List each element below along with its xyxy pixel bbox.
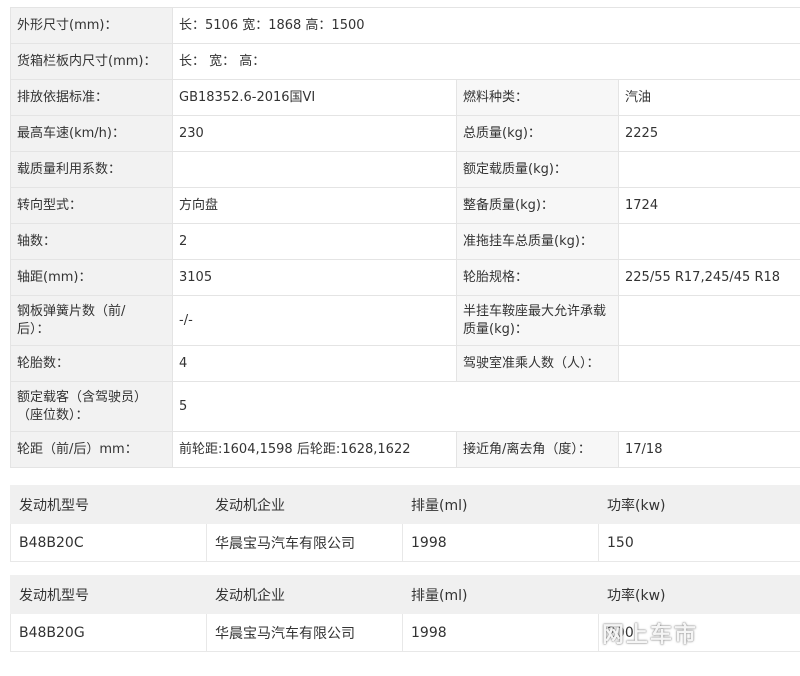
label-load-coefficient: 载质量利用系数：	[10, 151, 173, 188]
engine-model: B48B20C	[10, 523, 207, 562]
header-displacement: 排量(ml)	[402, 575, 599, 614]
value-track-width: 前轮距:1604,1598 后轮距:1628,1622	[172, 431, 457, 468]
label-saddle-load-line1: 半挂车鞍座最大允许承载	[463, 303, 607, 319]
spec-row-springs: 钢板弹簧片数（前/ 后）： -/- 半挂车鞍座最大允许承载 质量(kg)：	[10, 295, 800, 346]
label-max-speed: 最高车速(km/h)：	[10, 115, 173, 152]
value-cab-seats	[617, 345, 800, 382]
value-dimensions: 长：5106 宽：1868 高：1500	[171, 7, 800, 44]
spec-row-passengers: 额定载客（含驾驶员） （座位数）： 5	[10, 381, 800, 432]
spec-row-load: 载质量利用系数： 额定载质量(kg)：	[10, 151, 800, 188]
label-tire-count: 轮胎数：	[10, 345, 173, 382]
header-engine-model: 发动机型号	[10, 485, 207, 524]
label-passengers-line1: 额定载客（含驾驶员）	[17, 389, 148, 405]
label-rated-load: 额定载质量(kg)：	[456, 151, 619, 188]
spec-row-track: 轮距（前/后）mm： 前轮距:1604,1598 后轮距:1628,1622 接…	[10, 431, 800, 468]
label-tire-spec: 轮胎规格：	[456, 259, 619, 296]
spec-row-cargo-box: 货箱栏板内尺寸(mm)： 长： 宽： 高：	[10, 43, 800, 80]
header-engine-company: 发动机企业	[206, 485, 403, 524]
label-wheelbase: 轴距(mm)：	[10, 259, 173, 296]
engine-row: B48B20C 华晨宝马汽车有限公司 1998 150	[10, 523, 800, 562]
spec-row-emission: 排放依据标准： GB18352.6-2016国VI 燃料种类： 汽油	[10, 79, 800, 116]
label-passengers-line2: （座位数）：	[17, 407, 89, 423]
spec-row-steering: 转向型式： 方向盘 整备质量(kg)： 1724	[10, 187, 800, 224]
label-leaf-springs: 钢板弹簧片数（前/ 后）：	[10, 295, 173, 346]
label-fuel: 燃料种类：	[456, 79, 619, 116]
label-track-width: 轮距（前/后）mm：	[10, 431, 173, 468]
label-gross-mass: 总质量(kg)：	[456, 115, 619, 152]
engine-displacement: 1998	[402, 523, 599, 562]
engine-table-2: 发动机型号 发动机企业 排量(ml) 功率(kw) B48B20G 华晨宝马汽车…	[10, 575, 800, 652]
value-emission: GB18352.6-2016国VI	[172, 79, 457, 116]
label-cab-seats: 驾驶室准乘人数（人）：	[456, 345, 619, 382]
label-trailer-mass: 准拖挂车总质量(kg)：	[456, 223, 619, 260]
value-rated-load	[617, 151, 800, 188]
label-curb-mass: 整备质量(kg)：	[456, 187, 619, 224]
header-power: 功率(kw)	[598, 575, 800, 614]
label-steering: 转向型式：	[10, 187, 173, 224]
value-cargo-box: 长： 宽： 高：	[171, 43, 800, 80]
spec-row-speed: 最高车速(km/h)： 230 总质量(kg)： 2225	[10, 115, 800, 152]
label-saddle-load: 半挂车鞍座最大允许承载 质量(kg)：	[456, 295, 619, 346]
engine-table-1: 发动机型号 发动机企业 排量(ml) 功率(kw) B48B20C 华晨宝马汽车…	[10, 485, 800, 562]
value-max-speed: 230	[172, 115, 457, 152]
engine-row: B48B20G 华晨宝马汽车有限公司 1998 200	[10, 613, 800, 652]
header-engine-company: 发动机企业	[206, 575, 403, 614]
label-saddle-load-line2: 质量(kg)：	[463, 321, 528, 337]
value-leaf-springs: -/-	[172, 295, 457, 346]
value-curb-mass: 1724	[617, 187, 800, 224]
engine-table-header: 发动机型号 发动机企业 排量(ml) 功率(kw)	[10, 575, 800, 614]
spec-row-axles: 轴数： 2 准拖挂车总质量(kg)：	[10, 223, 800, 260]
engine-company: 华晨宝马汽车有限公司	[206, 613, 403, 652]
engine-power: 200	[598, 613, 800, 652]
header-displacement: 排量(ml)	[402, 485, 599, 524]
label-angles: 接近角/离去角（度）：	[456, 431, 619, 468]
value-angles: 17/18	[617, 431, 800, 468]
value-tire-spec: 225/55 R17,245/45 R18	[617, 259, 800, 296]
value-gross-mass: 2225	[617, 115, 800, 152]
label-emission: 排放依据标准：	[10, 79, 173, 116]
header-power: 功率(kw)	[598, 485, 800, 524]
spec-table: 外形尺寸(mm)： 长：5106 宽：1868 高：1500 货箱栏板内尺寸(m…	[10, 7, 800, 468]
label-dimensions: 外形尺寸(mm)：	[10, 7, 173, 44]
value-passengers: 5	[171, 381, 800, 432]
label-leaf-springs-line2: 后）：	[17, 321, 50, 337]
value-fuel: 汽油	[617, 79, 800, 116]
spec-row-dimensions: 外形尺寸(mm)： 长：5106 宽：1868 高：1500	[10, 7, 800, 44]
header-engine-model: 发动机型号	[10, 575, 207, 614]
value-steering: 方向盘	[172, 187, 457, 224]
value-load-coefficient	[172, 151, 457, 188]
engine-power: 150	[598, 523, 800, 562]
spec-row-wheelbase: 轴距(mm)： 3105 轮胎规格： 225/55 R17,245/45 R18	[10, 259, 800, 296]
label-leaf-springs-line1: 钢板弹簧片数（前/	[17, 303, 126, 319]
label-passengers: 额定载客（含驾驶员） （座位数）：	[10, 381, 173, 432]
value-saddle-load	[617, 295, 800, 346]
engine-company: 华晨宝马汽车有限公司	[206, 523, 403, 562]
engine-model: B48B20G	[10, 613, 207, 652]
spec-row-tires: 轮胎数： 4 驾驶室准乘人数（人）：	[10, 345, 800, 382]
engine-displacement: 1998	[402, 613, 599, 652]
value-wheelbase: 3105	[172, 259, 457, 296]
label-axles: 轴数：	[10, 223, 173, 260]
label-cargo-box: 货箱栏板内尺寸(mm)：	[10, 43, 173, 80]
value-tire-count: 4	[172, 345, 457, 382]
engine-table-header: 发动机型号 发动机企业 排量(ml) 功率(kw)	[10, 485, 800, 524]
value-axles: 2	[172, 223, 457, 260]
value-trailer-mass	[617, 223, 800, 260]
